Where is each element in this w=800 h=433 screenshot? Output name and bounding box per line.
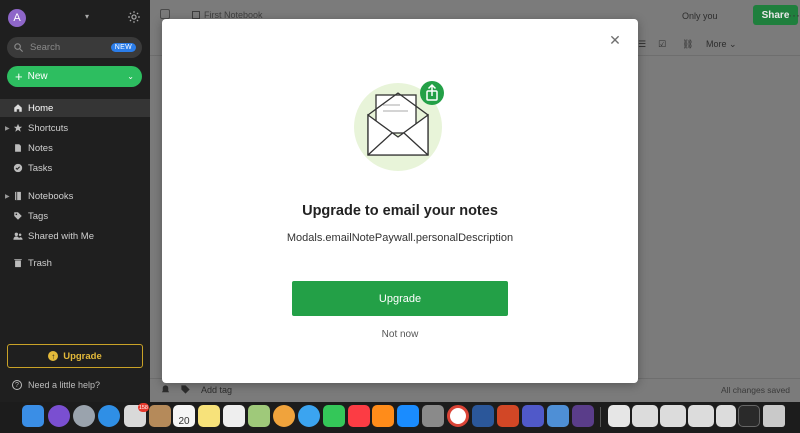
more-menu[interactable]: More ⌄ bbox=[706, 39, 737, 50]
upgrade-arrow-icon: ↑ bbox=[48, 351, 59, 361]
sidebar-item-tags[interactable]: Tags bbox=[0, 207, 150, 225]
safari-icon[interactable] bbox=[98, 405, 120, 427]
question-icon: ? bbox=[12, 380, 22, 390]
sidebar-item-home[interactable]: Home bbox=[0, 99, 150, 117]
calendar-icon[interactable]: 20 bbox=[173, 405, 195, 427]
sidebar-item-label: Notebooks bbox=[28, 190, 74, 202]
siri-icon[interactable] bbox=[48, 405, 70, 427]
sidebar-upgrade-button[interactable]: ↑ Upgrade bbox=[7, 344, 143, 368]
avatar[interactable]: A bbox=[8, 9, 26, 27]
more-menu-label: More bbox=[706, 39, 727, 49]
sidebar-item-label: Tags bbox=[28, 210, 49, 222]
facetime-icon[interactable] bbox=[323, 405, 345, 427]
window-thumbnail[interactable] bbox=[688, 405, 714, 427]
tag-icon[interactable] bbox=[180, 384, 191, 395]
window-thumbnail[interactable] bbox=[716, 405, 736, 427]
document-icon[interactable] bbox=[608, 405, 630, 427]
macos-dock: 158 20 bbox=[0, 402, 800, 433]
app-icon[interactable] bbox=[572, 405, 594, 427]
notebook-icon bbox=[192, 11, 200, 19]
star-icon bbox=[13, 123, 23, 132]
close-icon[interactable]: ✕ bbox=[609, 33, 621, 47]
chevron-down-icon[interactable]: ⌄ bbox=[127, 72, 134, 81]
tag-icon bbox=[14, 212, 22, 220]
sidebar-item-label: Shared with Me bbox=[28, 230, 95, 242]
home-icon bbox=[14, 104, 22, 112]
sidebar-item-trash[interactable]: Trash bbox=[0, 254, 150, 272]
new-button-label: New bbox=[27, 71, 48, 82]
photos-browser-icon[interactable]: 158 bbox=[124, 403, 149, 427]
chrome-icon[interactable] bbox=[447, 405, 469, 427]
teams-icon[interactable] bbox=[522, 405, 544, 427]
search-placeholder: Search bbox=[30, 42, 61, 53]
reminder-bell-icon[interactable] bbox=[160, 384, 171, 395]
launchpad-icon[interactable] bbox=[73, 405, 95, 427]
modal-title: Upgrade to email your notes bbox=[302, 203, 498, 219]
window-thumbnail[interactable] bbox=[632, 405, 658, 427]
search-icon bbox=[14, 43, 24, 53]
books-icon[interactable] bbox=[372, 405, 394, 427]
messages-icon[interactable] bbox=[298, 405, 320, 427]
sidebar-item-notes[interactable]: Notes bbox=[0, 139, 150, 157]
sidebar-item-label: Notes bbox=[28, 142, 53, 154]
upgrade-modal: ✕ Upgrade to email your notes Modals.ema… bbox=[162, 19, 638, 383]
reminders-icon[interactable] bbox=[223, 405, 245, 427]
trash-bin-icon[interactable] bbox=[763, 405, 785, 427]
plus-icon: + bbox=[15, 69, 23, 84]
help-link[interactable]: ? Need a little help? bbox=[12, 380, 100, 390]
finder-icon[interactable] bbox=[22, 405, 44, 427]
photos-icon[interactable] bbox=[273, 405, 295, 427]
window-thumbnail[interactable] bbox=[660, 405, 686, 427]
sidebar-item-label: Trash bbox=[28, 257, 52, 269]
sidebar-item-label: Tasks bbox=[28, 162, 53, 174]
calendar-day: 20 bbox=[178, 416, 190, 427]
notification-badge: 158 bbox=[137, 403, 149, 412]
sidebar-item-shortcuts[interactable]: ▶ Shortcuts bbox=[0, 119, 150, 137]
sidebar-item-notebooks[interactable]: ▶ Notebooks bbox=[0, 187, 150, 205]
terminal-icon[interactable] bbox=[738, 405, 760, 427]
save-status: All changes saved bbox=[721, 385, 790, 395]
notebook-icon bbox=[15, 191, 21, 201]
modal-description: Modals.emailNotePaywall.personalDescript… bbox=[286, 232, 514, 244]
contacts-icon[interactable] bbox=[149, 405, 171, 427]
visibility-label: Only you bbox=[682, 11, 718, 21]
remote-desktop-icon[interactable] bbox=[547, 405, 569, 427]
search-input[interactable]: Search NEW bbox=[7, 37, 142, 58]
app-store-icon[interactable] bbox=[397, 405, 419, 427]
people-icon bbox=[13, 232, 23, 240]
numbered-list-icon[interactable]: ☰ bbox=[638, 39, 646, 50]
chevron-down-icon[interactable]: ▾ bbox=[85, 12, 89, 21]
caret-right-icon[interactable]: ▶ bbox=[5, 193, 10, 200]
help-label: Need a little help? bbox=[28, 380, 101, 390]
note-icon bbox=[15, 144, 21, 152]
system-preferences-icon[interactable] bbox=[422, 405, 444, 427]
add-tag-input[interactable]: Add tag bbox=[201, 385, 232, 395]
sidebar: A ▾ Search NEW + New ⌄ Home ▶ Shortcuts … bbox=[0, 0, 150, 402]
notes-app-icon[interactable] bbox=[198, 405, 220, 427]
not-now-button[interactable]: Not now bbox=[162, 329, 638, 340]
caret-right-icon[interactable]: ▶ bbox=[5, 125, 10, 132]
maps-icon[interactable] bbox=[248, 405, 270, 427]
new-note-button[interactable]: + New ⌄ bbox=[7, 66, 142, 87]
account-switcher[interactable]: A bbox=[8, 9, 26, 27]
gear-icon[interactable] bbox=[127, 10, 141, 24]
sidebar-item-tasks[interactable]: Tasks bbox=[0, 159, 150, 177]
trash-icon bbox=[14, 259, 22, 268]
new-badge: NEW bbox=[110, 43, 136, 52]
sidebar-item-shared-with-me[interactable]: Shared with Me bbox=[0, 227, 150, 245]
check-circle-icon bbox=[13, 163, 23, 173]
upgrade-button[interactable]: Upgrade bbox=[292, 281, 508, 316]
link-icon[interactable]: ⛓ bbox=[682, 39, 693, 50]
dock-separator bbox=[600, 407, 601, 427]
sidebar-item-label: Home bbox=[28, 102, 54, 114]
music-icon[interactable] bbox=[348, 405, 370, 427]
upgrade-label: Upgrade bbox=[63, 350, 102, 362]
word-icon[interactable] bbox=[472, 405, 494, 427]
more-options-icon[interactable]: ··· bbox=[788, 8, 800, 22]
sidebar-item-label: Shortcuts bbox=[28, 122, 69, 134]
powerpoint-icon[interactable] bbox=[497, 405, 519, 427]
checklist-icon[interactable]: ☑ bbox=[658, 39, 666, 50]
expand-icon[interactable] bbox=[160, 9, 170, 19]
email-envelope-illustration bbox=[354, 81, 444, 171]
